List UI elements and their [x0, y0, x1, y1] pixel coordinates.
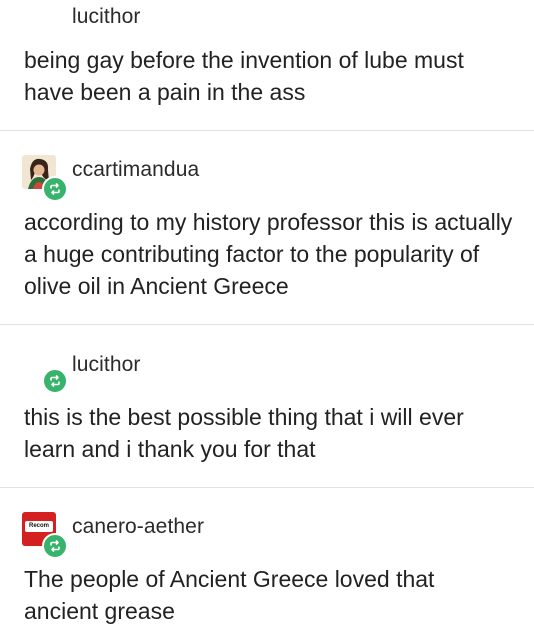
reblog-icon	[42, 176, 68, 202]
post-text: this is the best possible thing that i w…	[24, 404, 464, 462]
reblog-icon	[42, 368, 68, 394]
post-2: ccartimandua according to my history pro…	[0, 131, 534, 324]
avatar-badge: Recom	[25, 521, 53, 532]
post-username[interactable]: lucithor	[72, 5, 141, 29]
post-username[interactable]: lucithor	[72, 353, 141, 377]
post-4: Recom canero-aether The people of Ancien…	[0, 488, 534, 639]
post-3: lucithor this is the best possible thing…	[0, 325, 534, 487]
post-text: according to my history professor this i…	[24, 209, 513, 299]
post-username[interactable]: canero-aether	[72, 515, 204, 539]
post-1: lucithor being gay before the invention …	[0, 0, 534, 130]
post-text: The people of Ancient Greece loved that …	[24, 566, 435, 624]
post-username[interactable]: ccartimandua	[72, 158, 199, 182]
post-text: being gay before the invention of lube m…	[24, 47, 464, 105]
reblog-icon	[42, 533, 68, 559]
